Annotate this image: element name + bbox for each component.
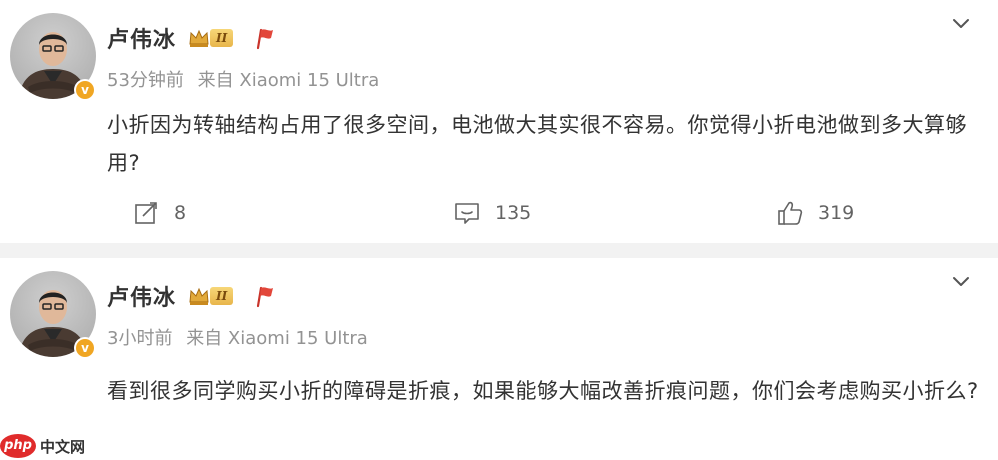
like-button[interactable]: 319 [776, 197, 854, 229]
post-text: 小折因为转轴结构占用了很多空间，电池做大其实很不容易。你觉得小折电池做到多大算够… [107, 113, 967, 175]
post-separator [0, 243, 998, 258]
chevron-down-icon[interactable] [950, 270, 972, 292]
like-icon [778, 201, 803, 225]
action-bar: 8 135 319 [0, 197, 998, 229]
repost-count: 8 [174, 202, 187, 224]
verified-v-icon: v [76, 339, 94, 357]
vip-badge[interactable]: II [188, 284, 240, 308]
like-count: 319 [818, 202, 855, 224]
post-meta: 3小时前 来自 Xiaomi 15 Ultra [107, 324, 376, 350]
avatar[interactable]: v [10, 271, 96, 359]
crown-icon [189, 287, 209, 305]
post-meta: 53分钟前 来自 Xiaomi 15 Ultra [107, 66, 387, 92]
weibo-post: v 卢伟冰 II 3小时前 来自 Xiaomi 15 Ultra 看到很多同学购… [0, 258, 998, 460]
author-name[interactable]: 卢伟冰 [107, 22, 176, 54]
author-name[interactable]: 卢伟冰 [107, 280, 176, 312]
repost-icon [135, 202, 157, 224]
red-flag-icon[interactable] [252, 284, 276, 308]
watermark-text: 中文网 [40, 437, 86, 456]
weibo-post: v 卢伟冰 II 53分钟前 来自 Xiaomi 15 Ultra 小折因为转轴… [0, 0, 998, 243]
watermark-badge: php [0, 434, 36, 458]
comment-icon [455, 203, 479, 224]
vip-level-label: II [210, 29, 234, 47]
verified-badge: v [74, 337, 96, 359]
verified-badge: v [74, 79, 96, 101]
crown-icon [189, 29, 209, 47]
avatar[interactable]: v [10, 13, 96, 101]
comment-count: 135 [495, 202, 532, 224]
post-text: 看到很多同学购买小折的障碍是折痕，如果能够大幅改善折痕问题，你们会考虑购买小折么… [107, 379, 979, 403]
author-row: 卢伟冰 II [107, 280, 276, 312]
verified-v-icon: v [76, 81, 94, 99]
vip-level-label: II [210, 287, 234, 305]
red-flag-icon[interactable] [252, 26, 276, 50]
watermark-logo: php 中文网 [0, 432, 90, 460]
chevron-down-icon[interactable] [950, 12, 972, 34]
post-time[interactable]: 53分钟前 [107, 70, 184, 91]
post-source: 来自 Xiaomi 15 Ultra [197, 70, 380, 91]
repost-button[interactable]: 8 [132, 197, 186, 229]
vip-badge[interactable]: II [188, 26, 240, 50]
post-time[interactable]: 3小时前 [107, 328, 172, 349]
post-source: 来自 Xiaomi 15 Ultra [186, 328, 368, 349]
comment-button[interactable]: 135 [453, 197, 531, 229]
author-row: 卢伟冰 II [107, 22, 276, 54]
